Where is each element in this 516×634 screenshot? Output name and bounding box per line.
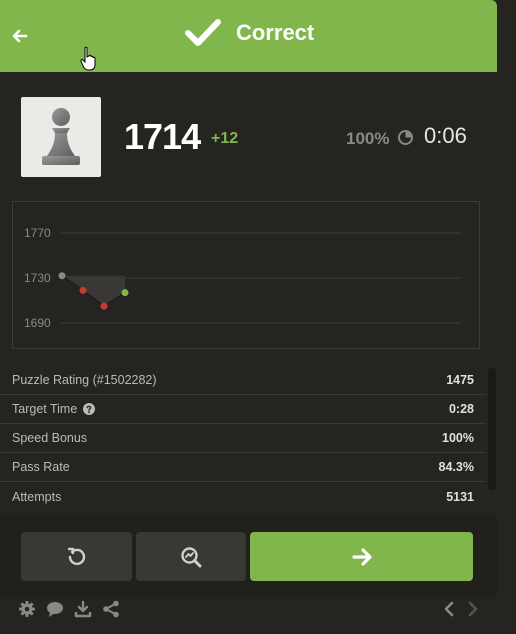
stat-value: 5131 <box>446 489 474 504</box>
stat-row-pass-rate: Pass Rate 84.3% <box>0 453 486 482</box>
chart-point <box>79 286 87 294</box>
stat-row-target-time: Target Time 0:28 <box>0 395 486 424</box>
result-header: Correct <box>0 0 497 72</box>
puzzle-avatar <box>21 97 101 177</box>
chat-icon[interactable] <box>46 600 64 618</box>
gear-icon[interactable] <box>18 600 36 618</box>
rating-delta: +12 <box>211 130 239 147</box>
stat-label: Target Time <box>12 402 78 416</box>
next-puzzle-button[interactable] <box>250 532 473 581</box>
retry-button[interactable] <box>21 532 132 581</box>
help-icon[interactable] <box>83 403 96 415</box>
analyze-icon <box>181 546 202 567</box>
arrow-right-icon <box>351 547 372 566</box>
chart-y-tick-label: 1730 <box>24 271 51 285</box>
puzzle-rating-value: 1714 <box>124 116 201 157</box>
chart-point <box>121 289 129 297</box>
stat-value: 100% <box>442 431 474 445</box>
stat-row-puzzle-rating: Puzzle Rating (#1502282) 1475 <box>0 366 486 395</box>
puzzle-panel: Correct 1714 +12 100% 0:06 1770 1730 1690 <box>0 0 497 634</box>
retry-icon <box>67 547 85 565</box>
rating-chart-svg: 1770 1730 1690 <box>24 226 461 330</box>
stat-value: 0:28 <box>448 402 474 416</box>
solve-time: 0:06 <box>424 123 467 148</box>
chevron-left-icon[interactable] <box>440 600 458 618</box>
stat-label: Puzzle Rating (#1502282) <box>12 373 157 387</box>
chart-point <box>100 302 108 310</box>
stat-label: Speed Bonus <box>12 431 88 445</box>
stat-row-attempts: Attempts 5131 <box>0 482 486 511</box>
result-title: Correct <box>236 20 315 45</box>
checkmark-icon <box>185 19 221 46</box>
chart-y-tick-label: 1690 <box>24 316 51 330</box>
stat-value: 1475 <box>446 373 474 387</box>
chart-point <box>58 272 66 280</box>
result-title-group: Correct <box>184 18 314 48</box>
stat-label: Pass Rate <box>12 460 70 474</box>
chevron-right-icon[interactable] <box>464 600 482 618</box>
stat-label-group: Target Time <box>12 402 96 416</box>
accuracy-percent: 100% <box>346 129 390 148</box>
stat-row-speed-bonus: Speed Bonus 100% <box>0 424 486 453</box>
pawn-icon <box>42 108 80 165</box>
download-icon[interactable] <box>74 600 92 618</box>
rating-chart: 1770 1730 1690 <box>12 201 480 349</box>
chart-y-tick-label: 1770 <box>24 226 51 240</box>
stat-value: 84.3% <box>438 460 474 474</box>
stat-label: Attempts <box>12 489 62 504</box>
back-arrow-icon[interactable] <box>10 26 30 46</box>
clock-icon <box>398 130 413 145</box>
mouse-cursor-icon <box>80 46 96 71</box>
share-icon[interactable] <box>102 600 120 618</box>
stats-scrollbar[interactable] <box>488 368 496 490</box>
action-bar <box>0 514 497 598</box>
analyze-button[interactable] <box>136 532 246 581</box>
puzzle-stats: Puzzle Rating (#1502282) 1475 Target Tim… <box>0 366 486 511</box>
chart-area <box>62 275 125 307</box>
